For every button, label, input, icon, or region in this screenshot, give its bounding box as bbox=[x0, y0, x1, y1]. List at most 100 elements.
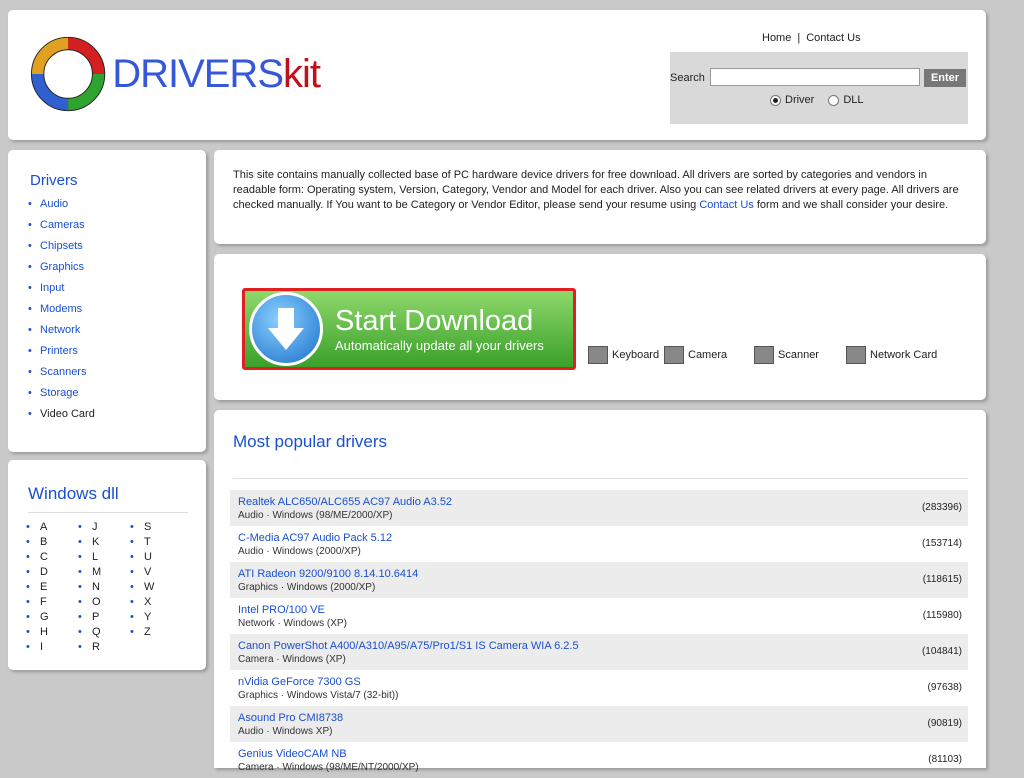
table-row: C-Media AC97 Audio Pack 5.12 Audio · Win… bbox=[230, 526, 968, 562]
table-row: Asound Pro CMI8738 Audio · Windows XP) (… bbox=[230, 706, 968, 742]
intro-text: This site contains manually collected ba… bbox=[233, 169, 959, 211]
category-item[interactable]: Printers bbox=[26, 341, 95, 362]
category-item[interactable]: Modems bbox=[26, 299, 95, 320]
category-item[interactable]: Video Card bbox=[26, 404, 95, 425]
scanner-icon bbox=[754, 346, 774, 364]
contact-us-inline-link[interactable]: Contact Us bbox=[699, 199, 753, 211]
letter-link[interactable]: W bbox=[130, 580, 182, 595]
category-shortcut[interactable]: Network Card bbox=[846, 346, 937, 364]
letter-link[interactable]: H bbox=[26, 625, 78, 640]
letter-index: A J S B K T C L U D M V E N W F O X G P … bbox=[26, 520, 182, 655]
driver-link[interactable]: nVidia GeForce 7300 GS bbox=[238, 676, 361, 688]
driver-radio-label: Driver bbox=[785, 94, 815, 106]
search-type-radios: Driver DLL bbox=[770, 94, 864, 106]
logo-text: DRIVERSkit bbox=[112, 51, 321, 96]
letter-link[interactable]: O bbox=[78, 595, 130, 610]
letter-link[interactable]: I bbox=[26, 640, 78, 655]
letter-link[interactable]: G bbox=[26, 610, 78, 625]
driver-link[interactable]: Intel PRO/100 VE bbox=[238, 604, 325, 616]
dll-heading[interactable]: Windows dll bbox=[28, 484, 119, 503]
letter-link[interactable]: S bbox=[130, 520, 182, 535]
letter-link[interactable]: X bbox=[130, 595, 182, 610]
download-arrow-icon bbox=[249, 292, 323, 366]
table-row: nVidia GeForce 7300 GS Graphics · Window… bbox=[230, 670, 968, 706]
letter-link[interactable]: L bbox=[78, 550, 130, 565]
popular-heading: Most popular drivers bbox=[233, 432, 388, 451]
separator: | bbox=[797, 32, 801, 44]
contact-us-link[interactable]: Contact Us bbox=[806, 32, 860, 44]
category-item[interactable]: Cameras bbox=[26, 215, 95, 236]
driver-desc: Audio · Windows (98/ME/2000/XP) bbox=[238, 510, 393, 521]
driver-link[interactable]: C-Media AC97 Audio Pack 5.12 bbox=[238, 532, 392, 544]
letter-link[interactable]: N bbox=[78, 580, 130, 595]
letter-link[interactable]: B bbox=[26, 535, 78, 550]
category-item[interactable]: Chipsets bbox=[26, 236, 95, 257]
download-subtitle: Automatically update all your drivers bbox=[335, 338, 544, 353]
letter-link[interactable]: M bbox=[78, 565, 130, 580]
network-card-icon bbox=[846, 346, 866, 364]
home-link[interactable]: Home bbox=[762, 32, 791, 44]
category-item[interactable]: Scanners bbox=[26, 362, 95, 383]
download-count: (153714) bbox=[921, 538, 962, 549]
letter-link[interactable]: R bbox=[78, 640, 130, 655]
table-row: ATI Radeon 9200/9100 8.14.10.6414 Graphi… bbox=[230, 562, 968, 598]
letter-link[interactable]: U bbox=[130, 550, 182, 565]
driver-link[interactable]: Genius VideoCAM NB bbox=[238, 748, 347, 760]
download-count: (97638) bbox=[927, 682, 962, 693]
drivers-heading[interactable]: Drivers bbox=[30, 172, 78, 189]
letter-link[interactable]: C bbox=[26, 550, 78, 565]
enter-button[interactable]: Enter bbox=[924, 69, 966, 87]
popular-list: Realtek ALC650/ALC655 AC97 Audio A3.52 A… bbox=[230, 490, 968, 778]
download-count: (118615) bbox=[922, 574, 962, 585]
category-item[interactable]: Input bbox=[26, 278, 95, 299]
letter-link[interactable]: Y bbox=[130, 610, 182, 625]
letter-link[interactable]: J bbox=[78, 520, 130, 535]
dll-radio-label: DLL bbox=[843, 94, 864, 106]
letter-link[interactable]: F bbox=[26, 595, 78, 610]
driver-desc: Audio · Windows XP) bbox=[238, 726, 333, 737]
divider bbox=[233, 478, 968, 479]
driver-desc: Camera · Windows (XP) bbox=[238, 654, 346, 665]
driver-link[interactable]: ATI Radeon 9200/9100 8.14.10.6414 bbox=[238, 568, 418, 580]
download-count: (283396) bbox=[921, 502, 962, 513]
search-input[interactable] bbox=[710, 68, 920, 86]
logo[interactable]: DRIVERSkit bbox=[30, 30, 321, 118]
table-row: Intel PRO/100 VE Network · Windows (XP) … bbox=[230, 598, 968, 634]
table-row: Realtek ALC650/ALC655 AC97 Audio A3.52 A… bbox=[230, 490, 968, 526]
category-item[interactable]: Storage bbox=[26, 383, 95, 404]
letter-link[interactable]: A bbox=[26, 520, 78, 535]
download-count: (115980) bbox=[922, 610, 962, 621]
top-links: Home | Contact Us bbox=[762, 32, 861, 44]
letter-link[interactable]: K bbox=[78, 535, 130, 550]
download-title: Start Download bbox=[335, 305, 534, 337]
category-shortcut[interactable]: Scanner bbox=[754, 346, 819, 364]
category-item[interactable]: Network bbox=[26, 320, 95, 341]
category-shortcut[interactable]: Camera bbox=[664, 346, 727, 364]
category-item[interactable]: Audio bbox=[26, 194, 95, 215]
driver-link[interactable]: Realtek ALC650/ALC655 AC97 Audio A3.52 bbox=[238, 496, 452, 508]
lifebuoy-icon bbox=[30, 36, 106, 112]
search-box: Search Enter Driver DLL bbox=[670, 52, 968, 124]
dll-radio[interactable] bbox=[828, 94, 840, 106]
keyboard-icon bbox=[588, 346, 608, 364]
letter-link[interactable]: Z bbox=[130, 625, 182, 640]
camera-icon bbox=[664, 346, 684, 364]
driver-desc: Audio · Windows (2000/XP) bbox=[238, 546, 361, 557]
driver-desc: Network · Windows (XP) bbox=[238, 618, 347, 629]
download-count: (90819) bbox=[927, 718, 962, 729]
driver-link[interactable]: Canon PowerShot A400/A310/A95/A75/Pro1/S… bbox=[238, 640, 579, 652]
driver-desc: Graphics · Windows Vista/7 (32-bit)) bbox=[238, 690, 399, 701]
driver-link[interactable]: Asound Pro CMI8738 bbox=[238, 712, 343, 724]
letter-link[interactable]: Q bbox=[78, 625, 130, 640]
letter-link[interactable]: V bbox=[130, 565, 182, 580]
driver-radio[interactable] bbox=[770, 94, 781, 106]
letter-link[interactable]: E bbox=[26, 580, 78, 595]
letter-link[interactable]: P bbox=[78, 610, 130, 625]
letter-link[interactable]: T bbox=[130, 535, 182, 550]
table-row: Genius VideoCAM NB Camera · Windows (98/… bbox=[230, 742, 968, 778]
letter-link[interactable]: D bbox=[26, 565, 78, 580]
category-item[interactable]: Graphics bbox=[26, 257, 95, 278]
category-shortcut[interactable]: Keyboard bbox=[588, 346, 659, 364]
category-list: Audio Cameras Chipsets Graphics Input Mo… bbox=[26, 194, 95, 425]
start-download-button[interactable]: Start Download Automatically update all … bbox=[242, 288, 576, 370]
